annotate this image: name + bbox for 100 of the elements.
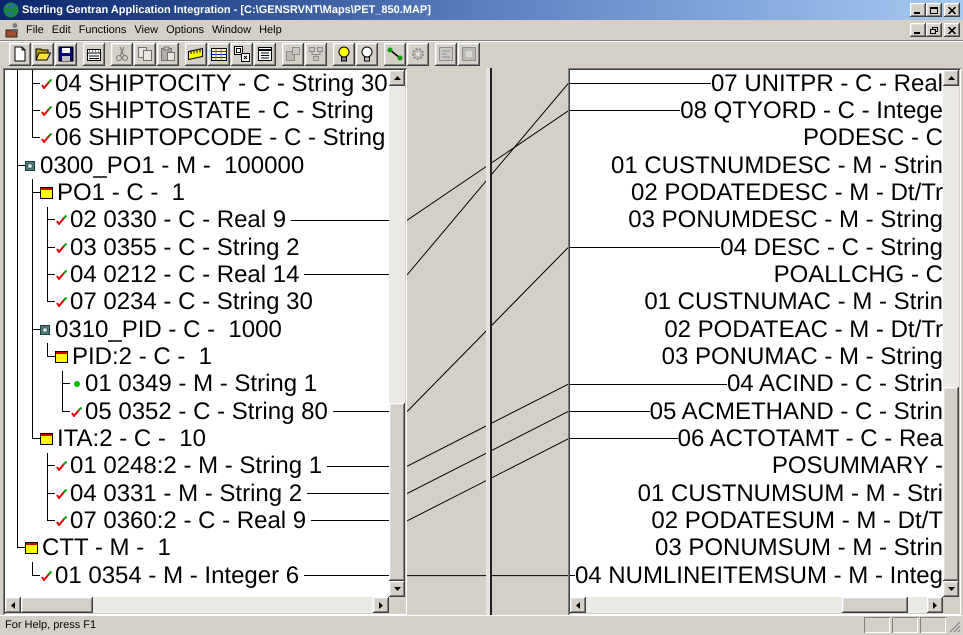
tree-item[interactable]: POSUMMARY - (772, 453, 943, 480)
tree-item[interactable]: 07 0234 - C - String 30 (55, 289, 313, 316)
tree-item[interactable]: 07 0360:2 - C - Real 9 (55, 508, 306, 534)
toolbar-button[interactable] (9, 42, 31, 66)
scroll-right-button[interactable] (373, 597, 389, 613)
menu-item[interactable]: View (130, 22, 162, 38)
tree-item[interactable]: 05 SHIPTOSTATE - C - String (40, 98, 374, 124)
scroll-down-button[interactable] (389, 581, 405, 597)
list-window-icon (257, 46, 273, 62)
scroll-up-button[interactable] (943, 70, 959, 86)
status-pane (892, 617, 918, 633)
scroll-left-button[interactable] (570, 597, 586, 613)
tree-item[interactable]: 06 SHIPTOPCODE - C - String (40, 125, 386, 152)
light-bulb-outline-icon (359, 46, 375, 62)
tree-item[interactable]: 03 0355 - C - String 2 (55, 234, 300, 261)
close-button[interactable] (944, 23, 960, 37)
close-icon (948, 6, 956, 14)
scroll-left-button[interactable] (5, 597, 21, 613)
light-bulb-icon (336, 46, 352, 62)
tree-item[interactable]: 05 ACMETHAND - C - Strin (650, 398, 943, 425)
vertical-scrollbar[interactable] (389, 70, 405, 597)
tree-item[interactable]: 01 0349 - M - String 1 (70, 371, 318, 398)
tree-item[interactable]: 07 UNITPR - C - Real (710, 70, 943, 97)
minimize-button[interactable] (910, 23, 926, 37)
tree-item[interactable]: 04 0212 - C - Real 14 (55, 262, 300, 288)
tree-item[interactable]: PO1 - C - 1 (40, 180, 186, 206)
toolbar-button[interactable] (32, 42, 54, 66)
scroll-down-button[interactable] (943, 581, 959, 597)
scroll-thumb[interactable] (389, 403, 405, 581)
tree-item[interactable]: 0300_PO1 - M - 100000 (25, 152, 304, 179)
toolbar-button[interactable] (83, 42, 105, 66)
restore-icon (930, 26, 938, 34)
menu-item[interactable]: File (22, 22, 48, 38)
close-icon (948, 26, 956, 34)
toolbar-button[interactable] (208, 42, 230, 66)
tree-item[interactable]: 02 PODATESUM - M - Dt/T (651, 508, 943, 534)
close-button[interactable] (944, 3, 960, 17)
tree-item[interactable]: 01 CUSTNUMAC - M - Strin (644, 289, 943, 316)
toolbar-button[interactable] (185, 42, 207, 66)
tree-item[interactable]: 02 PODATEAC - M - Dt/Tr (664, 316, 943, 343)
person-box-icon (5, 22, 21, 38)
tree-item[interactable]: ITA:2 - C - 10 (40, 426, 206, 452)
scroll-right-button[interactable] (927, 597, 943, 613)
minimize-button[interactable] (910, 3, 926, 17)
tree-item[interactable]: 08 QTYORD - C - Intege (680, 98, 943, 124)
tree-item[interactable]: 03 PONUMSUM - M - Strin (654, 535, 943, 562)
tree-item[interactable]: 05 0352 - C - String 80 (70, 398, 328, 425)
pencil-check-icon (41, 78, 52, 89)
gear-icon (410, 46, 426, 62)
scroll-thumb[interactable] (21, 597, 93, 613)
menu-item[interactable]: Functions (74, 22, 130, 38)
tree-item[interactable]: 01 CUSTNUMSUM - M - Stri (638, 480, 943, 507)
maximize-button[interactable] (926, 3, 942, 17)
pencil-check-icon (56, 297, 67, 308)
tree-item[interactable]: 04 0331 - M - String 2 (55, 480, 302, 507)
menu-item[interactable]: Options (162, 22, 208, 38)
tree-item[interactable]: PODESC - C (802, 125, 943, 152)
caret-down-icon (948, 587, 954, 591)
toolbar-button[interactable] (231, 42, 253, 66)
menu-item[interactable]: Help (255, 22, 286, 38)
panel-icon (438, 46, 454, 62)
chip-icon (461, 46, 477, 62)
toolbar-button[interactable] (254, 42, 276, 66)
tree-item[interactable]: 06 ACTOTAMT - C - Rea (678, 426, 943, 452)
vertical-scrollbar[interactable] (943, 70, 959, 597)
scroll-up-button[interactable] (389, 70, 405, 86)
tree-item[interactable]: 01 0248:2 - M - String 1 (55, 453, 322, 480)
tree-item[interactable]: 04 DESC - C - String (720, 234, 943, 261)
tree-item[interactable]: 0310_PID - C - 1000 (40, 316, 282, 343)
tree-item[interactable]: 03 PONUMDESC - M - String (628, 207, 943, 234)
horizontal-scrollbar[interactable] (570, 597, 943, 613)
tree-item[interactable]: 04 SHIPTOCITY - C - String 30 (40, 70, 388, 97)
boxes-icon (234, 46, 250, 62)
status-pane (920, 617, 946, 633)
tree-item[interactable]: 01 0354 - M - Integer 6 (40, 562, 300, 589)
toolbar-button[interactable] (356, 42, 378, 66)
scroll-thumb[interactable] (943, 387, 959, 581)
splitter[interactable] (486, 68, 492, 615)
cube-icon (25, 160, 35, 171)
tree-item[interactable]: 03 PONUMAC - M - String (662, 344, 943, 370)
toolbar-button[interactable] (384, 42, 406, 66)
menu-item[interactable]: Window (208, 22, 256, 38)
toolbar-button[interactable] (55, 42, 77, 66)
tree-item[interactable]: 04 ACIND - C - Strin (726, 371, 943, 398)
pencil-check-icon (56, 488, 67, 499)
tree-item[interactable]: 04 NUMLINEITEMSUM - M - Integ (574, 562, 943, 589)
caret-down-icon (394, 587, 400, 591)
restore-button[interactable] (926, 23, 942, 37)
status-text: For Help, press F1 (5, 618, 96, 633)
tree-item[interactable]: 02 PODATEDESC - M - Dt/Tr (630, 180, 943, 206)
tree-item[interactable]: 01 CUSTNUMDESC - M - Strin (610, 152, 943, 179)
tree-item[interactable]: POALLCHG - C (774, 262, 943, 288)
page-icon (12, 46, 28, 62)
tree-item[interactable]: CTT - M - 1 (25, 535, 171, 562)
scroll-thumb[interactable] (842, 597, 908, 613)
horizontal-scrollbar[interactable] (5, 597, 389, 613)
toolbar-button[interactable] (333, 42, 355, 66)
menu-item[interactable]: Edit (48, 22, 75, 38)
tree-item[interactable]: 02 0330 - C - Real 9 (55, 207, 286, 234)
tree-item[interactable]: PID:2 - C - 1 (55, 344, 212, 370)
